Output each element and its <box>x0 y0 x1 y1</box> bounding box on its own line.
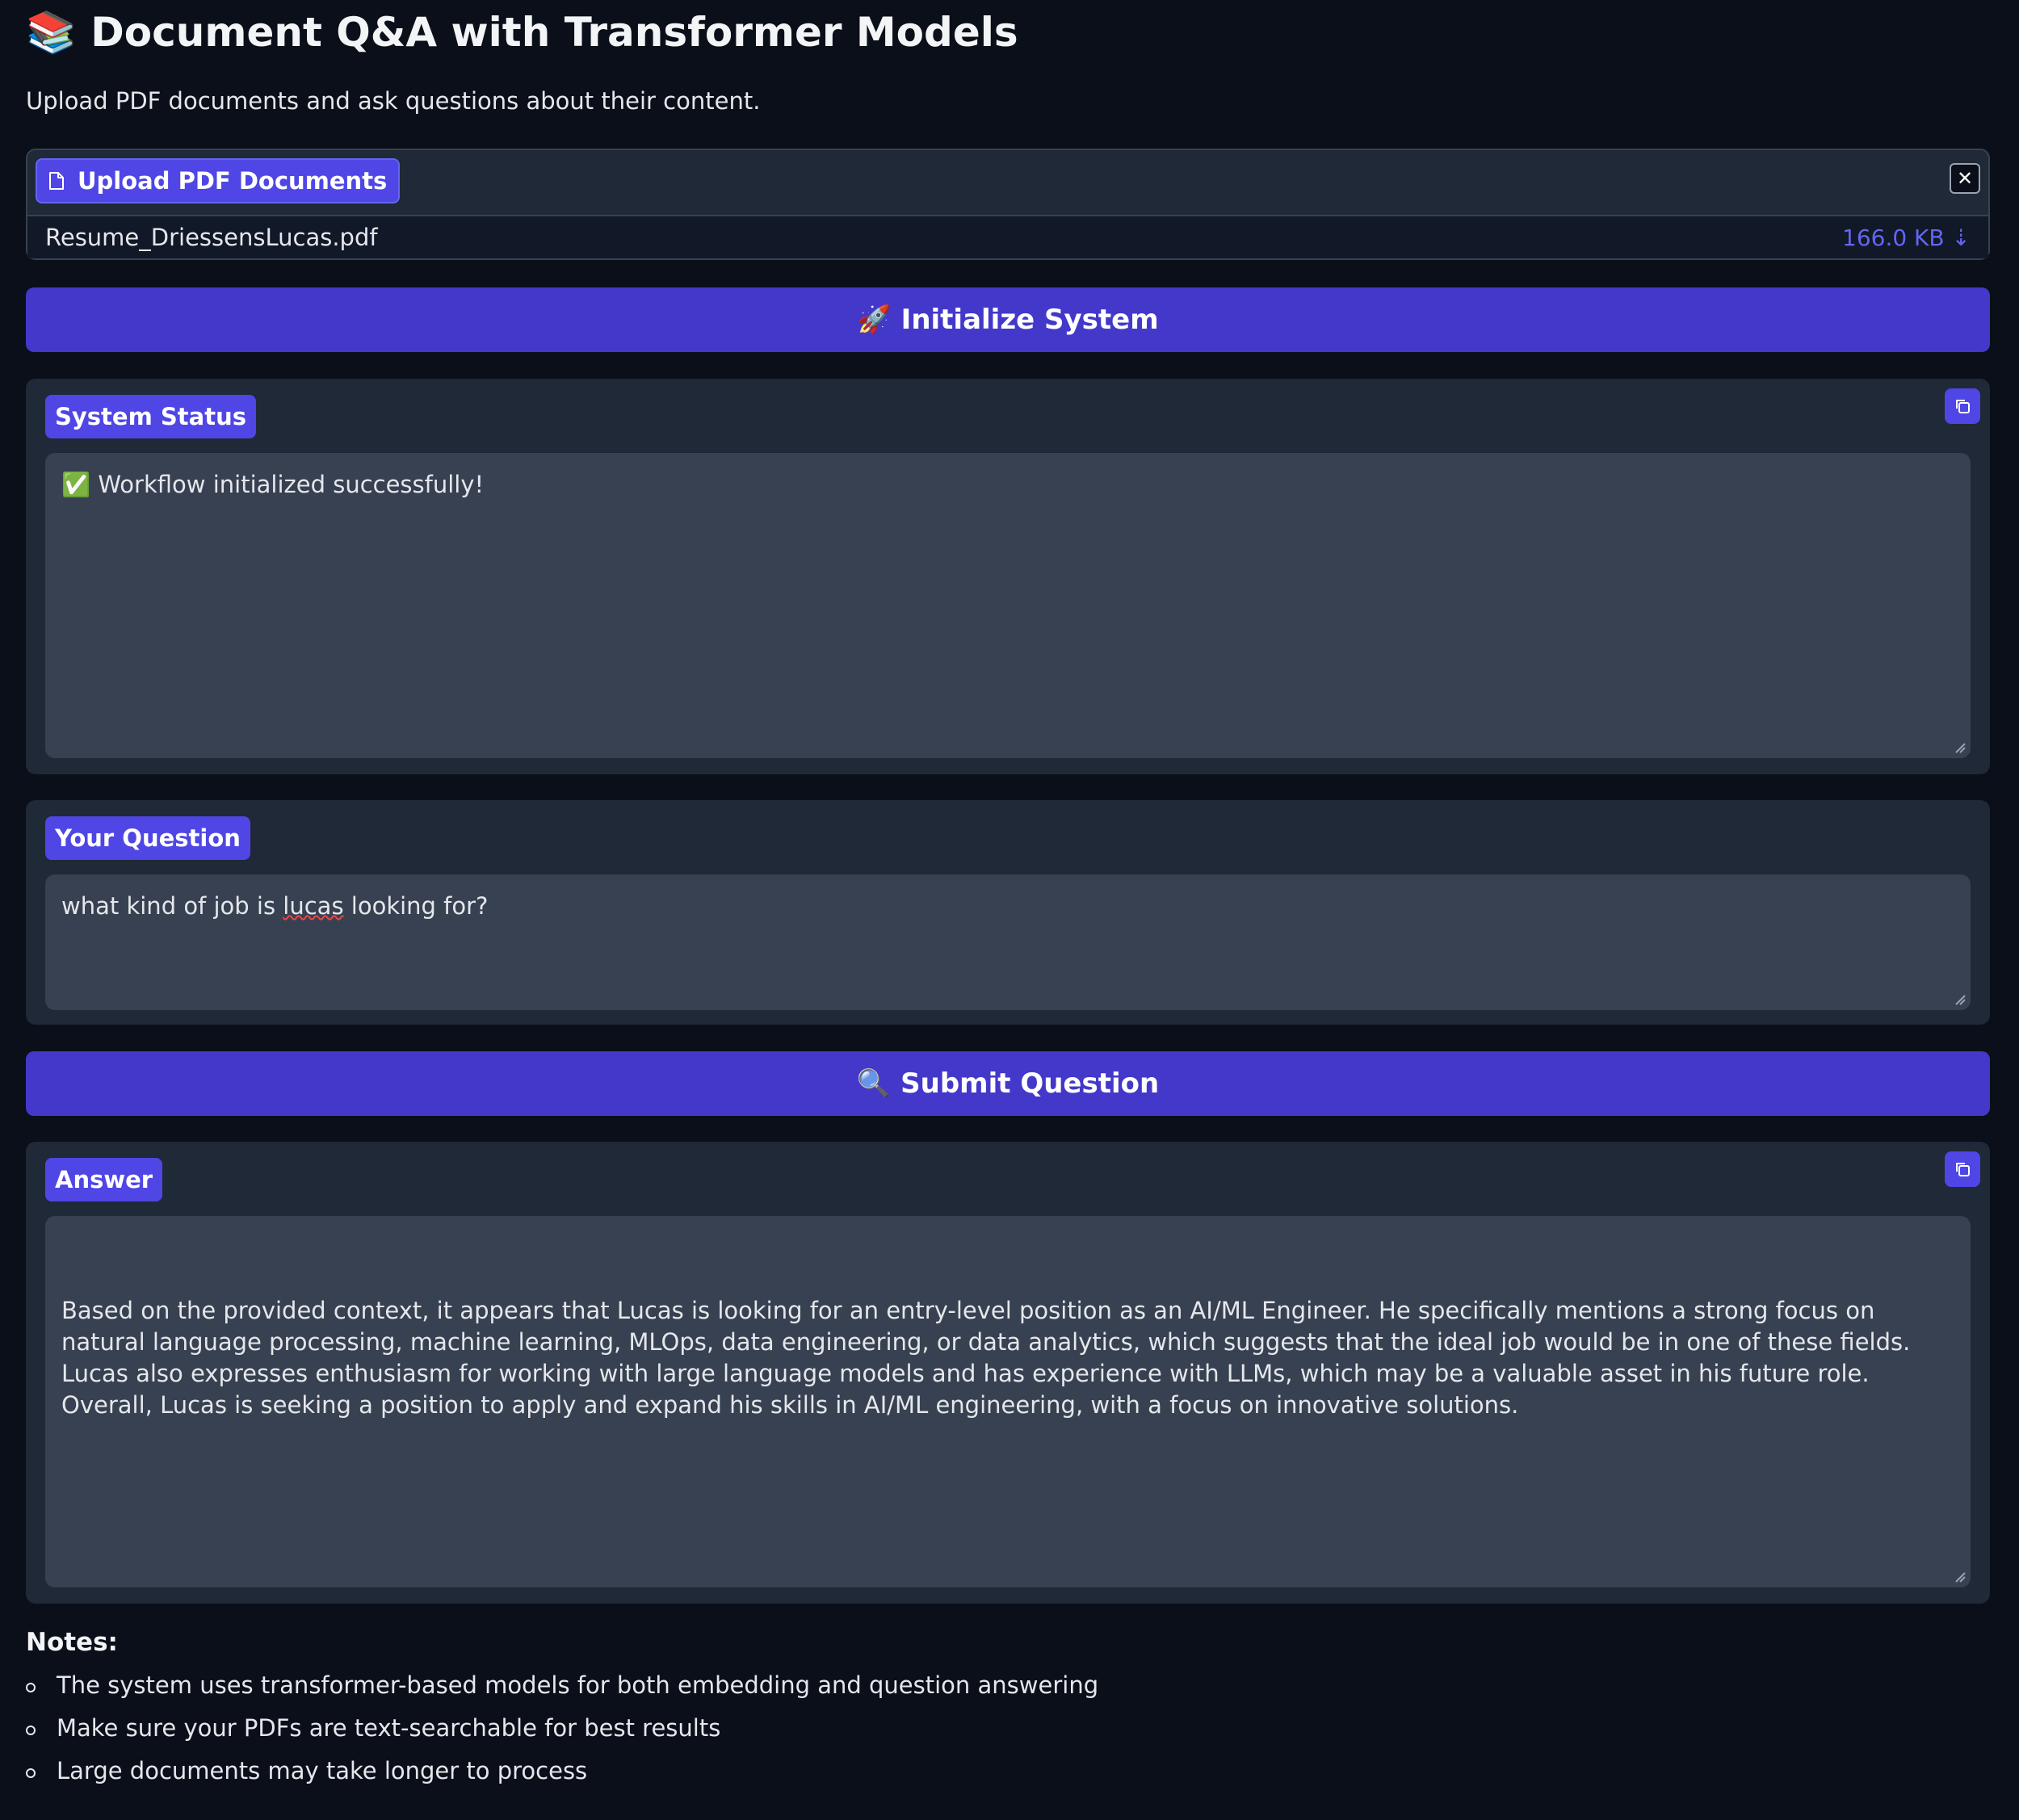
rocket-icon: 🚀 <box>857 304 892 336</box>
initialize-system-label: Initialize System <box>900 304 1159 336</box>
copy-status-button[interactable] <box>1945 388 1980 424</box>
question-text-misspelled: lucas <box>283 892 344 920</box>
initialize-system-button[interactable]: 🚀 Initialize System <box>26 287 1990 352</box>
books-icon: 📚 <box>26 8 77 56</box>
resize-handle-icon[interactable] <box>1954 994 1966 1005</box>
page-subtitle: Upload PDF documents and ask questions a… <box>26 87 761 115</box>
page-title: 📚 Document Q&A with Transformer Models <box>26 6 1018 58</box>
close-icon: ✕ <box>1956 167 1974 190</box>
copy-answer-button[interactable] <box>1945 1151 1980 1187</box>
copy-icon <box>1956 400 1970 413</box>
notes-item: Large documents may take longer to proce… <box>26 1757 1098 1800</box>
file-icon <box>49 172 64 190</box>
answer-block: Answer Based on the provided context, it… <box>26 1142 1990 1604</box>
upload-label: Upload PDF Documents <box>36 158 401 203</box>
submit-question-label: Submit Question <box>900 1067 1160 1100</box>
system-status-text: ✅ Workflow initialized successfully! <box>61 471 485 498</box>
copy-icon <box>1956 1163 1970 1176</box>
question-text-before: what kind of job is <box>61 892 283 920</box>
system-status-block: System Status ✅ Workflow initialized suc… <box>26 379 1990 774</box>
magnifier-icon: 🔍 <box>856 1067 892 1100</box>
notes-heading: Notes: <box>26 1628 118 1657</box>
question-block: Your Question what kind of job is lucas … <box>26 800 1990 1025</box>
question-label: Your Question <box>45 816 250 860</box>
uploaded-file-row: Resume_DriessensLucas.pdf 166.0 KB ⇣ <box>27 215 1988 258</box>
resize-handle-icon[interactable] <box>1954 1571 1966 1583</box>
page-title-text: Document Q&A with Transformer Models <box>90 9 1018 56</box>
question-text-after: looking for? <box>343 892 489 920</box>
notes-list: The system uses transformer-based models… <box>26 1671 1098 1800</box>
system-status-label: System Status <box>45 395 256 438</box>
notes-item: The system uses transformer-based models… <box>26 1671 1098 1714</box>
submit-question-button[interactable]: 🔍 Submit Question <box>26 1051 1990 1116</box>
system-status-textarea[interactable]: ✅ Workflow initialized successfully! <box>45 453 1971 758</box>
notes-item: Make sure your PDFs are text-searchable … <box>26 1714 1098 1757</box>
resize-handle-icon[interactable] <box>1954 742 1966 753</box>
file-download-link[interactable]: 166.0 KB ⇣ <box>1842 224 1971 251</box>
answer-label: Answer <box>45 1158 163 1201</box>
file-name: Resume_DriessensLucas.pdf <box>45 224 378 251</box>
answer-textarea[interactable]: Based on the provided context, it appear… <box>45 1216 1971 1587</box>
question-input[interactable]: what kind of job is lucas looking for? <box>45 874 1971 1010</box>
clear-upload-button[interactable]: ✕ <box>1950 163 1980 194</box>
upload-label-text: Upload PDF Documents <box>78 167 388 195</box>
answer-text: Based on the provided context, it appear… <box>61 1297 1911 1419</box>
pdf-upload-panel[interactable]: Upload PDF Documents ✕ Resume_DriessensL… <box>26 149 1990 260</box>
